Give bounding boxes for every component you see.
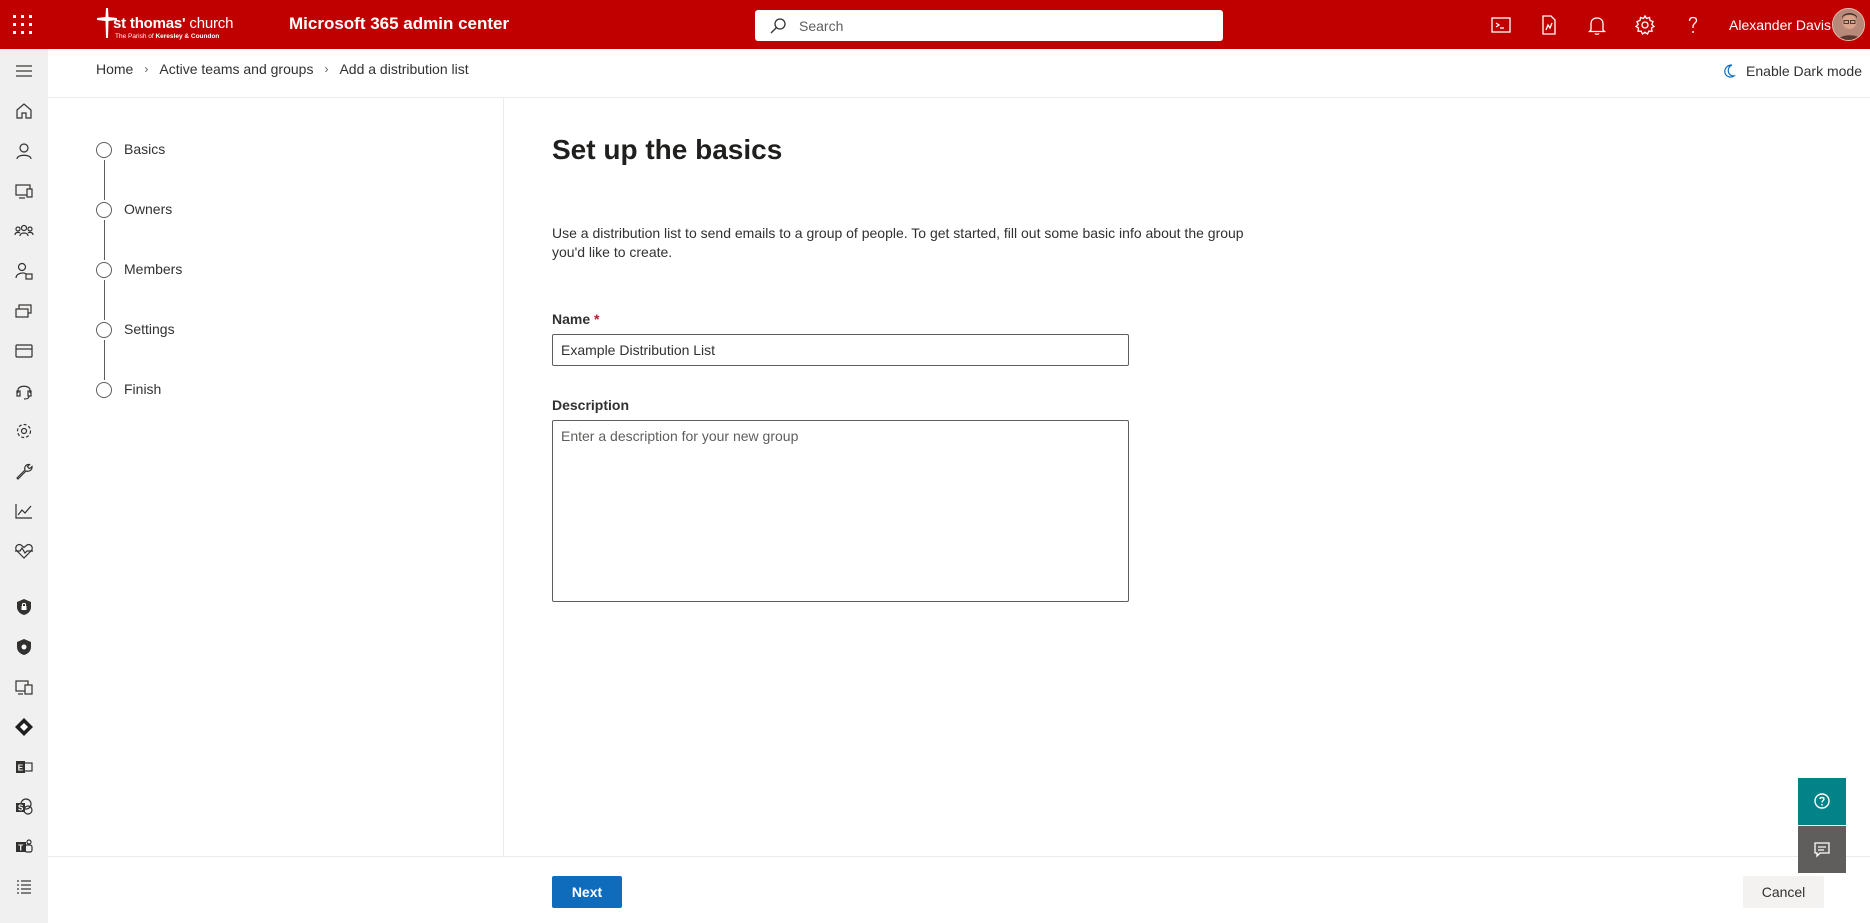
page-title: Set up the basics	[552, 134, 783, 165]
description-label: Description	[552, 397, 630, 413]
user-name[interactable]: Alexander Davis	[1729, 17, 1831, 33]
feedback-icon	[1814, 842, 1830, 858]
step-connector	[103, 340, 105, 380]
health-icon[interactable]	[12, 539, 36, 563]
gear-icon[interactable]	[1633, 13, 1657, 37]
panel-divider	[503, 98, 504, 856]
exchange-icon[interactable]: E	[12, 755, 36, 779]
security-icon[interactable]	[12, 595, 36, 619]
step-label: Settings	[124, 321, 175, 337]
step-circle-icon	[96, 382, 112, 398]
breadcrumb-bar: Home › Active teams and groups › Add a d…	[48, 49, 1870, 98]
step-connector	[103, 160, 105, 200]
settings-icon[interactable]	[12, 419, 36, 443]
cancel-button[interactable]: Cancel	[1743, 876, 1824, 908]
resources-icon[interactable]	[12, 299, 36, 323]
reports-icon[interactable]	[12, 499, 36, 523]
setup-icon[interactable]	[12, 459, 36, 483]
required-marker: *	[594, 311, 600, 327]
svg-text:T: T	[18, 844, 23, 853]
dark-mode-label: Enable Dark mode	[1746, 63, 1862, 79]
org-logo-subtitle: The Parish of Keresley & Coundon	[115, 33, 220, 40]
help-chat-icon	[1814, 793, 1830, 809]
support-icon[interactable]	[12, 379, 36, 403]
step-label: Finish	[124, 381, 162, 397]
avatar[interactable]	[1832, 8, 1865, 41]
teams-icon[interactable]	[12, 219, 36, 243]
breadcrumb: Home › Active teams and groups › Add a d…	[96, 61, 469, 77]
chevron-right-icon: ›	[144, 62, 149, 76]
billing-icon[interactable]	[12, 339, 36, 363]
svg-text:S: S	[18, 804, 24, 813]
name-field[interactable]	[552, 334, 1129, 366]
feedback-button[interactable]	[1798, 826, 1846, 873]
dark-mode-toggle[interactable]: Enable Dark mode	[1722, 63, 1862, 79]
breadcrumb-home[interactable]: Home	[96, 61, 133, 77]
search-input[interactable]: Search	[755, 10, 1223, 41]
sharepoint-icon[interactable]: S	[12, 795, 36, 819]
azure-ad-icon[interactable]	[12, 715, 36, 739]
step-circle-icon	[96, 262, 112, 278]
roles-icon[interactable]	[12, 259, 36, 283]
app-title[interactable]: Microsoft 365 admin center	[289, 14, 509, 34]
org-logo[interactable]: st thomas' church The Parish of Keresley…	[95, 8, 233, 42]
step-connector	[103, 280, 105, 320]
help-icon[interactable]	[1681, 13, 1705, 37]
help-chat-button[interactable]	[1798, 778, 1846, 825]
top-bar: st thomas' church The Parish of Keresley…	[0, 0, 1870, 49]
name-label: Name *	[552, 311, 600, 327]
terminal-icon[interactable]	[1489, 13, 1513, 37]
description-field[interactable]	[552, 420, 1129, 602]
wizard-footer: Next Cancel	[48, 856, 1870, 923]
svg-text:E: E	[18, 764, 24, 773]
step-connector	[103, 220, 105, 260]
teams-app-icon[interactable]: T	[12, 835, 36, 859]
step-label: Owners	[124, 201, 173, 217]
devices-icon[interactable]	[12, 179, 36, 203]
app-launcher-icon[interactable]	[12, 14, 34, 36]
bell-icon[interactable]	[1585, 13, 1609, 37]
menu-icon[interactable]	[12, 59, 36, 83]
moon-icon	[1724, 64, 1737, 78]
avatar-photo-icon	[1833, 9, 1864, 40]
endpoint-manager-icon[interactable]	[12, 675, 36, 699]
search-placeholder: Search	[799, 18, 844, 34]
breadcrumb-active-teams[interactable]: Active teams and groups	[159, 61, 313, 77]
step-circle-icon	[96, 322, 112, 338]
next-button[interactable]: Next	[552, 876, 622, 908]
search-icon	[770, 18, 786, 34]
intro-text: Use a distribution list to send emails t…	[552, 225, 1244, 260]
user-icon[interactable]	[12, 139, 36, 163]
home-icon[interactable]	[12, 99, 36, 123]
step-circle-icon	[96, 202, 112, 218]
breadcrumb-current: Add a distribution list	[339, 61, 469, 77]
mobile-app-icon[interactable]	[1537, 13, 1561, 37]
compliance-icon[interactable]	[12, 635, 36, 659]
all-admin-centers-icon[interactable]	[12, 875, 36, 899]
step-label: Basics	[124, 141, 166, 157]
step-label: Members	[124, 261, 183, 277]
org-logo-name: st thomas' church	[113, 15, 234, 32]
step-circle-icon	[96, 142, 112, 158]
chevron-right-icon: ›	[324, 62, 329, 76]
left-nav: E S T	[0, 49, 48, 923]
